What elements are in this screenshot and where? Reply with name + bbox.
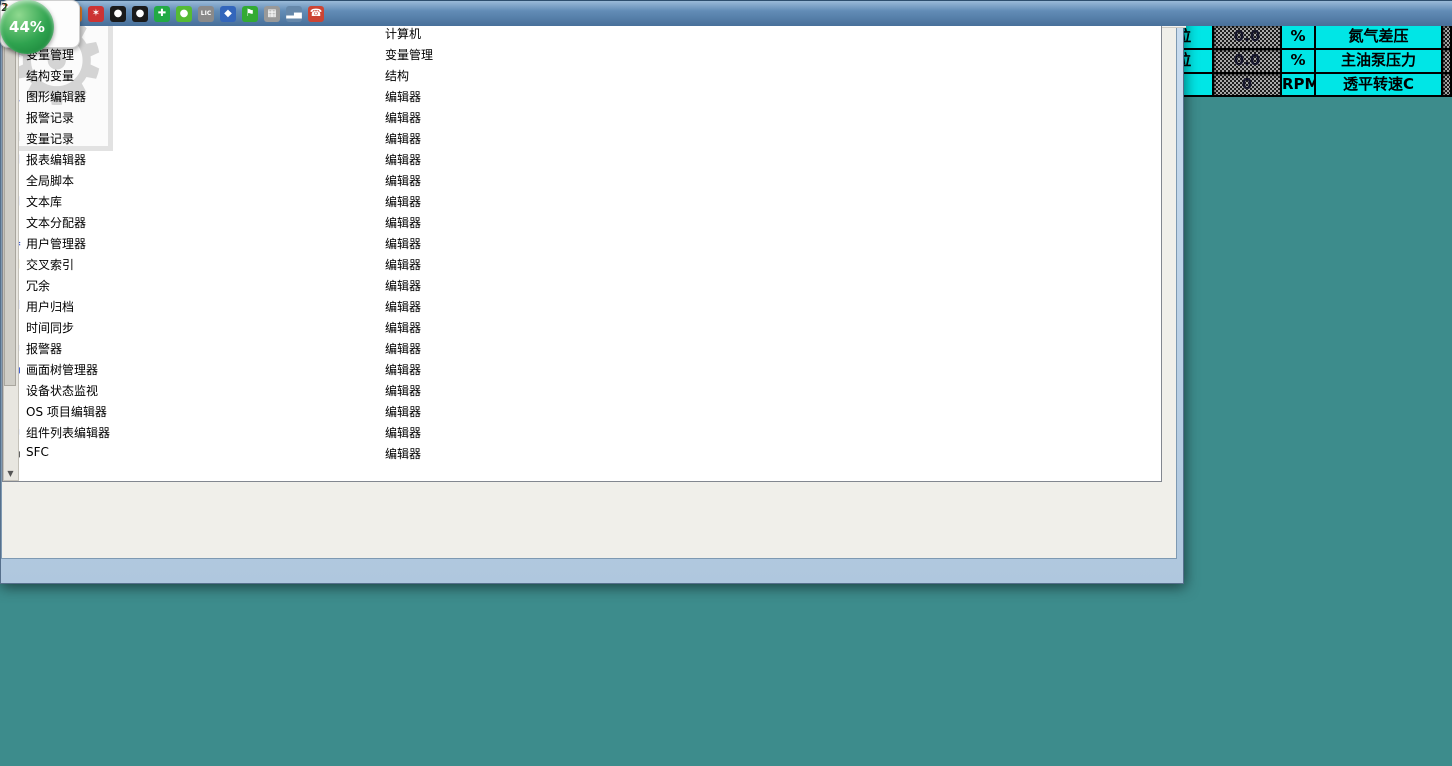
- list-item-type: 编辑器: [385, 445, 421, 462]
- tray-star-icon[interactable]: ✶: [88, 6, 104, 22]
- list-item-name[interactable]: 时间同步: [26, 319, 74, 336]
- list-item-type: 编辑器: [385, 214, 421, 231]
- tray-qq1-icon[interactable]: ●: [110, 6, 126, 22]
- list-item-type: 编辑器: [385, 130, 421, 147]
- list-row-6[interactable]: ▤报表编辑器编辑器: [3, 149, 747, 169]
- list-row-3[interactable]: ⋀图形编辑器编辑器: [3, 86, 747, 106]
- scroll-down-arrow[interactable]: ▼: [4, 468, 17, 480]
- list-item-name[interactable]: OS 项目编辑器: [26, 403, 107, 420]
- tray-blue-icon[interactable]: ◆: [220, 6, 236, 22]
- list-item-type: 编辑器: [385, 109, 421, 126]
- list-row-5[interactable]: Ⅲ变量记录编辑器: [3, 128, 747, 148]
- list-item-name[interactable]: SFC: [26, 445, 49, 459]
- list-item-type: 编辑器: [385, 88, 421, 105]
- table-label-2-17: 主油泵压力: [1316, 50, 1443, 72]
- tray-license-icon[interactable]: LIC: [198, 6, 214, 22]
- tray-qq2-icon[interactable]: ●: [132, 6, 148, 22]
- list-item-name[interactable]: 交叉索引: [26, 256, 74, 273]
- list-item-name[interactable]: 设备状态监视: [26, 382, 98, 399]
- list-row-11[interactable]: ▣交叉索引编辑器: [3, 254, 747, 274]
- list-item-name[interactable]: 全局脚本: [26, 172, 74, 189]
- list-row-0[interactable]: ⊡计算机计算机: [3, 23, 747, 43]
- list-item-name[interactable]: 结构变量: [26, 67, 74, 84]
- explorer-content: −⚙WG⊡计算机+Ⅲ变量管理+╠结构变量⋀图形编辑器✉报警记录Ⅲ变量记录▤报表编…: [2, 2, 1162, 482]
- list-item-type: 编辑器: [385, 172, 421, 189]
- list-row-10[interactable]: ⁂用户管理器编辑器: [3, 233, 747, 253]
- vertical-scroll-thumb[interactable]: [4, 4, 16, 386]
- list-row-20[interactable]: 品SFC编辑器: [3, 443, 747, 463]
- wincc-explorer-window: ❋ WinCCExplorer - D:\Program Files (x86)…: [0, 0, 1184, 584]
- list-item-type: 编辑器: [385, 235, 421, 252]
- list-item-type: 编辑器: [385, 319, 421, 336]
- table-label-3-17: 透平转速C: [1316, 74, 1443, 95]
- tray-flag-icon[interactable]: ⚑: [242, 6, 258, 22]
- table-value-2-18: [1443, 50, 1452, 72]
- list-item-type: 结构: [385, 67, 409, 84]
- table-value-2-15: 0.0: [1214, 50, 1282, 72]
- list-item-type: 编辑器: [385, 151, 421, 168]
- table-unit-2-16: %: [1282, 50, 1316, 72]
- list-row-16[interactable]: 品画面树管理器编辑器: [3, 359, 747, 379]
- list-row-4[interactable]: ✉报警记录编辑器: [3, 107, 747, 127]
- tray-network-icon[interactable]: ▂▄: [286, 6, 302, 22]
- list-row-17[interactable]: ⊙设备状态监视编辑器: [3, 380, 747, 400]
- table-value-3-15: 0: [1214, 74, 1282, 95]
- list-row-7[interactable]: §全局脚本编辑器: [3, 170, 747, 190]
- list-item-name[interactable]: 变量记录: [26, 130, 74, 147]
- list-item-name[interactable]: 图形编辑器: [26, 88, 86, 105]
- list-item-type: 编辑器: [385, 340, 421, 357]
- tray-ime-icon[interactable]: ▦: [264, 6, 280, 22]
- list-item-name[interactable]: 报警记录: [26, 109, 74, 126]
- list-item-type: 编辑器: [385, 193, 421, 210]
- list-row-18[interactable]: ✻OS 项目编辑器编辑器: [3, 401, 747, 421]
- list-item-type: 计算机: [385, 25, 421, 42]
- list-item-type: 编辑器: [385, 382, 421, 399]
- list-item-name[interactable]: 文本库: [26, 193, 62, 210]
- taskbar: ▶ ☗ ▲ ◠ S?❐▣✶●●✚●LIC◆⚑▦▂▄☎ 13:45: [0, 0, 1452, 26]
- list-row-15[interactable]: ◄报警器编辑器: [3, 338, 747, 358]
- list-item-type: 编辑器: [385, 256, 421, 273]
- list-row-19[interactable]: ▢组件列表编辑器编辑器: [3, 422, 747, 442]
- list-item-name[interactable]: 画面树管理器: [26, 361, 98, 378]
- list-row-12[interactable]: ⊟冗余编辑器: [3, 275, 747, 295]
- table-unit-3-16: RPM: [1282, 74, 1316, 95]
- table-value-1-18: [1443, 26, 1452, 48]
- table-value-3-18: [1443, 74, 1452, 95]
- table-value-1-15: 0.0: [1214, 26, 1282, 48]
- list-row-2[interactable]: ╠结构变量结构: [3, 65, 747, 85]
- list-item-name[interactable]: 冗余: [26, 277, 50, 294]
- vertical-scrollbar[interactable]: ▲ ▼: [3, 3, 19, 481]
- list-item-name[interactable]: 组件列表编辑器: [26, 424, 110, 441]
- list-item-type: 编辑器: [385, 403, 421, 420]
- list-item-name[interactable]: 文本分配器: [26, 214, 86, 231]
- screen: 0002000.01000.00.050.025.050.025.0 SE_80…: [0, 0, 1452, 766]
- list-row-1[interactable]: Ⅲ变量管理变量管理: [3, 44, 747, 64]
- object-list-panel: 名称 类型 ⚙ ◀ ⫴ ▶ ⊡计算机计算机Ⅲ变量管理变量管理╠结构变量结构⋀图形…: [3, 3, 751, 479]
- list-row-14[interactable]: ◷时间同步编辑器: [3, 317, 747, 337]
- list-item-name[interactable]: 用户管理器: [26, 235, 86, 252]
- list-item-name[interactable]: 报表编辑器: [26, 151, 86, 168]
- list-row-9[interactable]: ⇄文本分配器编辑器: [3, 212, 747, 232]
- list-item-name[interactable]: 报警器: [26, 340, 62, 357]
- window-client-area: 文件(F)编辑(E)视图(V)工具(T)帮助(H) ▢▱■▶✂▣▤⇅⁘▦✎? −…: [1, 1, 1177, 559]
- table-label-1-17: 氮气差压: [1316, 26, 1443, 48]
- tray-shield-icon[interactable]: ✚: [154, 6, 170, 22]
- table-unit-1-16: %: [1282, 26, 1316, 48]
- list-item-type: 编辑器: [385, 424, 421, 441]
- tray-green-icon[interactable]: ●: [176, 6, 192, 22]
- list-row-8[interactable]: ▦文本库编辑器: [3, 191, 747, 211]
- list-item-type: 编辑器: [385, 298, 421, 315]
- list-row-13[interactable]: Ⅲ用户归档编辑器: [3, 296, 747, 316]
- tray-phone-icon[interactable]: ☎: [308, 6, 324, 22]
- list-item-type: 编辑器: [385, 361, 421, 378]
- list-item-type: 编辑器: [385, 277, 421, 294]
- list-item-name[interactable]: 用户归档: [26, 298, 74, 315]
- list-item-type: 变量管理: [385, 46, 433, 63]
- net-speed-badge[interactable]: 44%: [0, 0, 54, 54]
